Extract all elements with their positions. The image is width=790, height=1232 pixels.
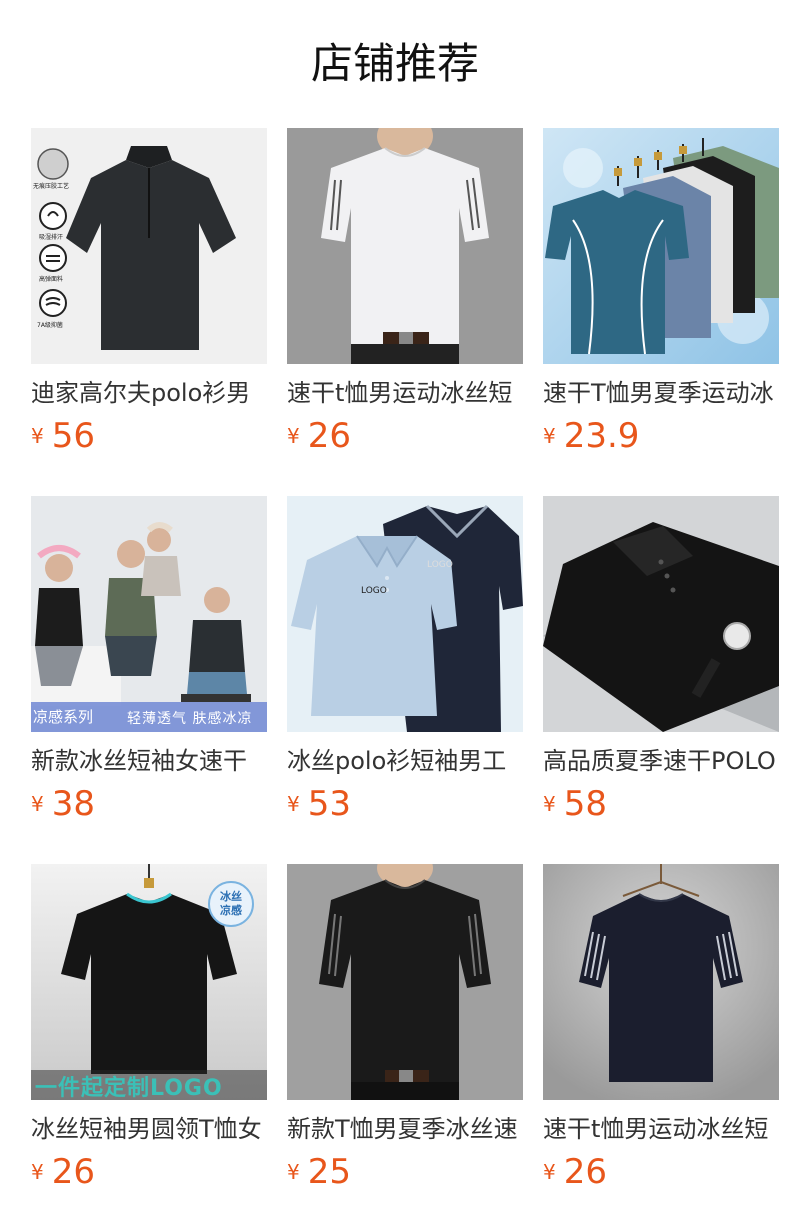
overlay-label: 凉感系列 bbox=[33, 708, 94, 726]
product-card[interactable]: 速干t恤男运动冰丝短 ¥26 bbox=[287, 128, 523, 458]
banner-label: 一件起定制LOGO bbox=[35, 1076, 223, 1100]
logo-label: LOGO bbox=[361, 586, 387, 596]
product-price: ¥53 bbox=[287, 782, 523, 826]
product-card[interactable]: 凉感系列 轻薄透气 肤感冰凉 新款冰丝短袖女速干 ¥38 bbox=[31, 496, 267, 826]
currency-symbol: ¥ bbox=[287, 1160, 300, 1184]
currency-symbol: ¥ bbox=[31, 424, 44, 448]
product-image[interactable] bbox=[287, 864, 523, 1100]
price-value: 38 bbox=[51, 784, 95, 824]
product-card[interactable]: 新款T恤男夏季冰丝速 ¥25 bbox=[287, 864, 523, 1194]
product-name[interactable]: 新款冰丝短袖女速干 bbox=[31, 744, 267, 778]
product-name[interactable]: 高品质夏季速干POLO bbox=[543, 744, 779, 778]
product-price: ¥26 bbox=[287, 414, 523, 458]
currency-symbol: ¥ bbox=[287, 792, 300, 816]
product-name[interactable]: 速干T恤男夏季运动冰 bbox=[543, 376, 779, 410]
currency-symbol: ¥ bbox=[31, 792, 44, 816]
currency-symbol: ¥ bbox=[287, 424, 300, 448]
product-name[interactable]: 迪家高尔夫polo衫男 bbox=[31, 376, 267, 410]
product-price: ¥56 bbox=[31, 414, 267, 458]
section-title: 店铺推荐 bbox=[310, 39, 479, 88]
price-value: 25 bbox=[307, 1152, 351, 1192]
price-value: 26 bbox=[563, 1152, 607, 1192]
product-name[interactable]: 速干t恤男运动冰丝短 bbox=[287, 376, 523, 410]
product-card[interactable]: LOGO LOGO 冰丝polo衫短袖男工 ¥53 bbox=[287, 496, 523, 826]
product-image[interactable]: LOGO LOGO bbox=[287, 496, 523, 732]
product-price: ¥58 bbox=[543, 782, 779, 826]
product-price: ¥25 bbox=[287, 1150, 523, 1194]
product-image[interactable] bbox=[543, 128, 779, 364]
product-image[interactable]: 无痕压胶工艺 吸湿排汗 高弹面料 7A级抑菌 bbox=[31, 128, 267, 364]
product-image[interactable] bbox=[543, 496, 779, 732]
price-value: 58 bbox=[563, 784, 607, 824]
product-price: ¥26 bbox=[543, 1150, 779, 1194]
feature-label: 无痕压胶工艺 bbox=[33, 183, 70, 190]
product-name[interactable]: 冰丝短袖男圆领T恤女 bbox=[31, 1112, 267, 1146]
feature-label: 高弹面料 bbox=[39, 276, 64, 283]
price-value: 26 bbox=[307, 416, 351, 456]
product-image[interactable] bbox=[287, 128, 523, 364]
currency-symbol: ¥ bbox=[543, 1160, 556, 1184]
price-value: 23.9 bbox=[563, 416, 640, 456]
product-card[interactable]: 冰丝 凉感 一件起定制LOGO 冰丝短袖男圆领T恤女 ¥26 bbox=[31, 864, 267, 1194]
badge-label: 凉感 bbox=[220, 904, 242, 917]
product-name[interactable]: 速干t恤男运动冰丝短 bbox=[543, 1112, 779, 1146]
product-card[interactable]: 速干T恤男夏季运动冰 ¥23.9 bbox=[543, 128, 779, 458]
overlay-label: 轻薄透气 肤感冰凉 bbox=[127, 711, 253, 727]
product-image[interactable] bbox=[543, 864, 779, 1100]
feature-label: 7A级抑菌 bbox=[37, 322, 63, 329]
price-value: 53 bbox=[307, 784, 351, 824]
currency-symbol: ¥ bbox=[31, 1160, 44, 1184]
product-grid: 无痕压胶工艺 吸湿排汗 高弹面料 7A级抑菌 迪家高尔夫polo衫男 ¥56 速… bbox=[31, 128, 790, 1218]
logo-label: LOGO bbox=[427, 560, 453, 570]
feature-label: 吸湿排汗 bbox=[39, 234, 64, 241]
price-value: 56 bbox=[51, 416, 95, 456]
product-price: ¥38 bbox=[31, 782, 267, 826]
product-image[interactable]: 凉感系列 轻薄透气 肤感冰凉 bbox=[31, 496, 267, 732]
product-price: ¥26 bbox=[31, 1150, 267, 1194]
product-card[interactable]: 速干t恤男运动冰丝短 ¥26 bbox=[543, 864, 779, 1194]
product-name[interactable]: 冰丝polo衫短袖男工 bbox=[287, 744, 523, 778]
price-value: 26 bbox=[51, 1152, 95, 1192]
product-name[interactable]: 新款T恤男夏季冰丝速 bbox=[287, 1112, 523, 1146]
product-card[interactable]: 高品质夏季速干POLO ¥58 bbox=[543, 496, 779, 826]
product-image[interactable]: 冰丝 凉感 一件起定制LOGO bbox=[31, 864, 267, 1100]
product-price: ¥23.9 bbox=[543, 414, 779, 458]
currency-symbol: ¥ bbox=[543, 792, 556, 816]
currency-symbol: ¥ bbox=[543, 424, 556, 448]
product-card[interactable]: 无痕压胶工艺 吸湿排汗 高弹面料 7A级抑菌 迪家高尔夫polo衫男 ¥56 bbox=[31, 128, 267, 458]
